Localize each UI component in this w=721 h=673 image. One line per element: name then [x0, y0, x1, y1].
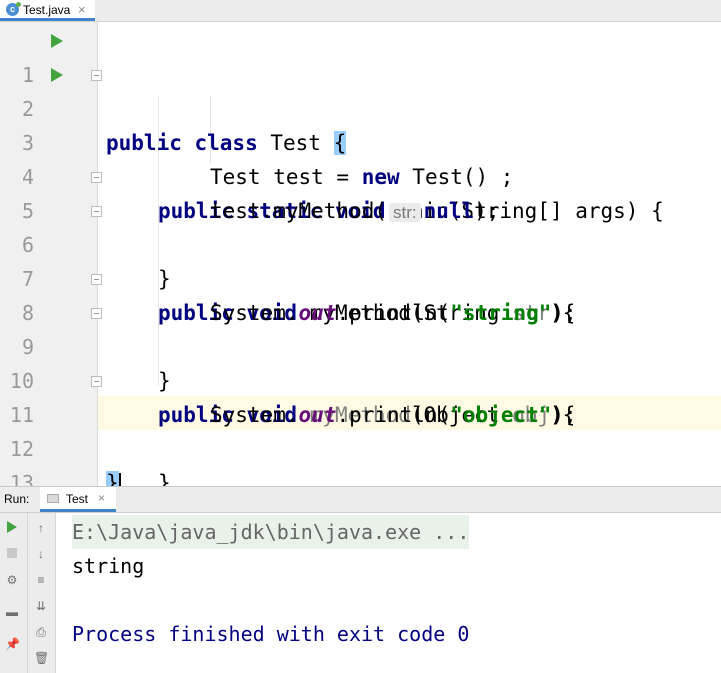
fold-end-icon[interactable] — [91, 274, 102, 285]
up-arrow-icon[interactable]: ↑ — [34, 521, 48, 535]
code-line-8: 8 } — [0, 262, 721, 393]
run-tab-label: Test — [66, 492, 89, 506]
run-gutter-icon[interactable] — [51, 34, 63, 48]
code-line-5: 5 } — [0, 160, 721, 291]
fold-end-icon[interactable] — [91, 376, 102, 387]
console-command-line: E:\Java\java_jdk\bin\java.exe ... — [72, 515, 470, 549]
run-panel-header: Run: Test × — [0, 487, 721, 513]
debug-icon[interactable]: ⚙ — [5, 573, 19, 587]
pin-icon[interactable]: 📌 — [5, 637, 20, 651]
stop-icon[interactable] — [5, 547, 19, 561]
code-line-4: 4 test.myMethod(str: null); — [0, 126, 721, 223]
run-toolbar-primary: ⚙ ▬ 📌 — [0, 513, 28, 673]
fold-marker-icon[interactable] — [91, 206, 102, 217]
scroll-to-end-icon[interactable]: ⇊ — [34, 599, 48, 613]
console-exit-line: Process finished with exit code 0 — [72, 622, 470, 646]
file-tab-label: Test.java — [23, 3, 71, 17]
rerun-icon[interactable] — [5, 521, 19, 535]
code-line-12: 12 } — [0, 398, 721, 495]
code-line-14: 14 — [0, 466, 721, 486]
editor-tab-bar: c Test.java × — [0, 0, 721, 22]
file-tab-test-java[interactable]: c Test.java × — [0, 0, 95, 21]
print-icon[interactable]: ⎙ — [34, 625, 48, 639]
soft-wrap-icon[interactable]: ≡ — [34, 573, 48, 587]
code-line-7: 7 System.out.println("string"); — [0, 228, 721, 325]
code-line-13: 13 — [0, 432, 721, 495]
run-gutter-icon[interactable] — [51, 68, 63, 82]
code-line-6: 6 public void myMethod(String str){ — [0, 194, 721, 325]
code-line-9: 9 public void myMethod(Object obj){ — [0, 296, 721, 427]
code-line-1: 1 public class Test { — [0, 24, 721, 155]
run-tab-test[interactable]: Test × — [40, 487, 116, 512]
code-line-2: 2 public static void main(String[] args)… — [0, 58, 721, 223]
console-output[interactable]: E:\Java\java_jdk\bin\java.exe ... string… — [56, 513, 721, 673]
run-toolbar-secondary: ↑ ↓ ≡ ⇊ ⎙ 🗑 — [28, 513, 56, 673]
console-stdout-line: string — [72, 554, 145, 578]
run-label: Run: — [4, 492, 30, 506]
code-line-10: 10 System.out.println("object"); — [0, 330, 721, 427]
code-line-11: 11 } — [0, 364, 721, 495]
fold-marker-icon[interactable] — [91, 308, 102, 319]
trash-icon[interactable]: 🗑 — [34, 651, 49, 665]
java-class-icon: c — [6, 2, 21, 16]
close-tab-icon[interactable]: × — [78, 2, 86, 17]
down-arrow-icon[interactable]: ↓ — [34, 547, 48, 561]
fold-end-icon[interactable] — [91, 172, 102, 183]
code-line-3: 3 Test test = new Test() ; — [0, 92, 721, 189]
fold-marker-icon[interactable] — [91, 70, 102, 81]
layout-icon[interactable]: ▬ — [5, 605, 19, 619]
close-run-tab-icon[interactable]: × — [98, 491, 105, 505]
run-config-icon — [47, 494, 59, 503]
